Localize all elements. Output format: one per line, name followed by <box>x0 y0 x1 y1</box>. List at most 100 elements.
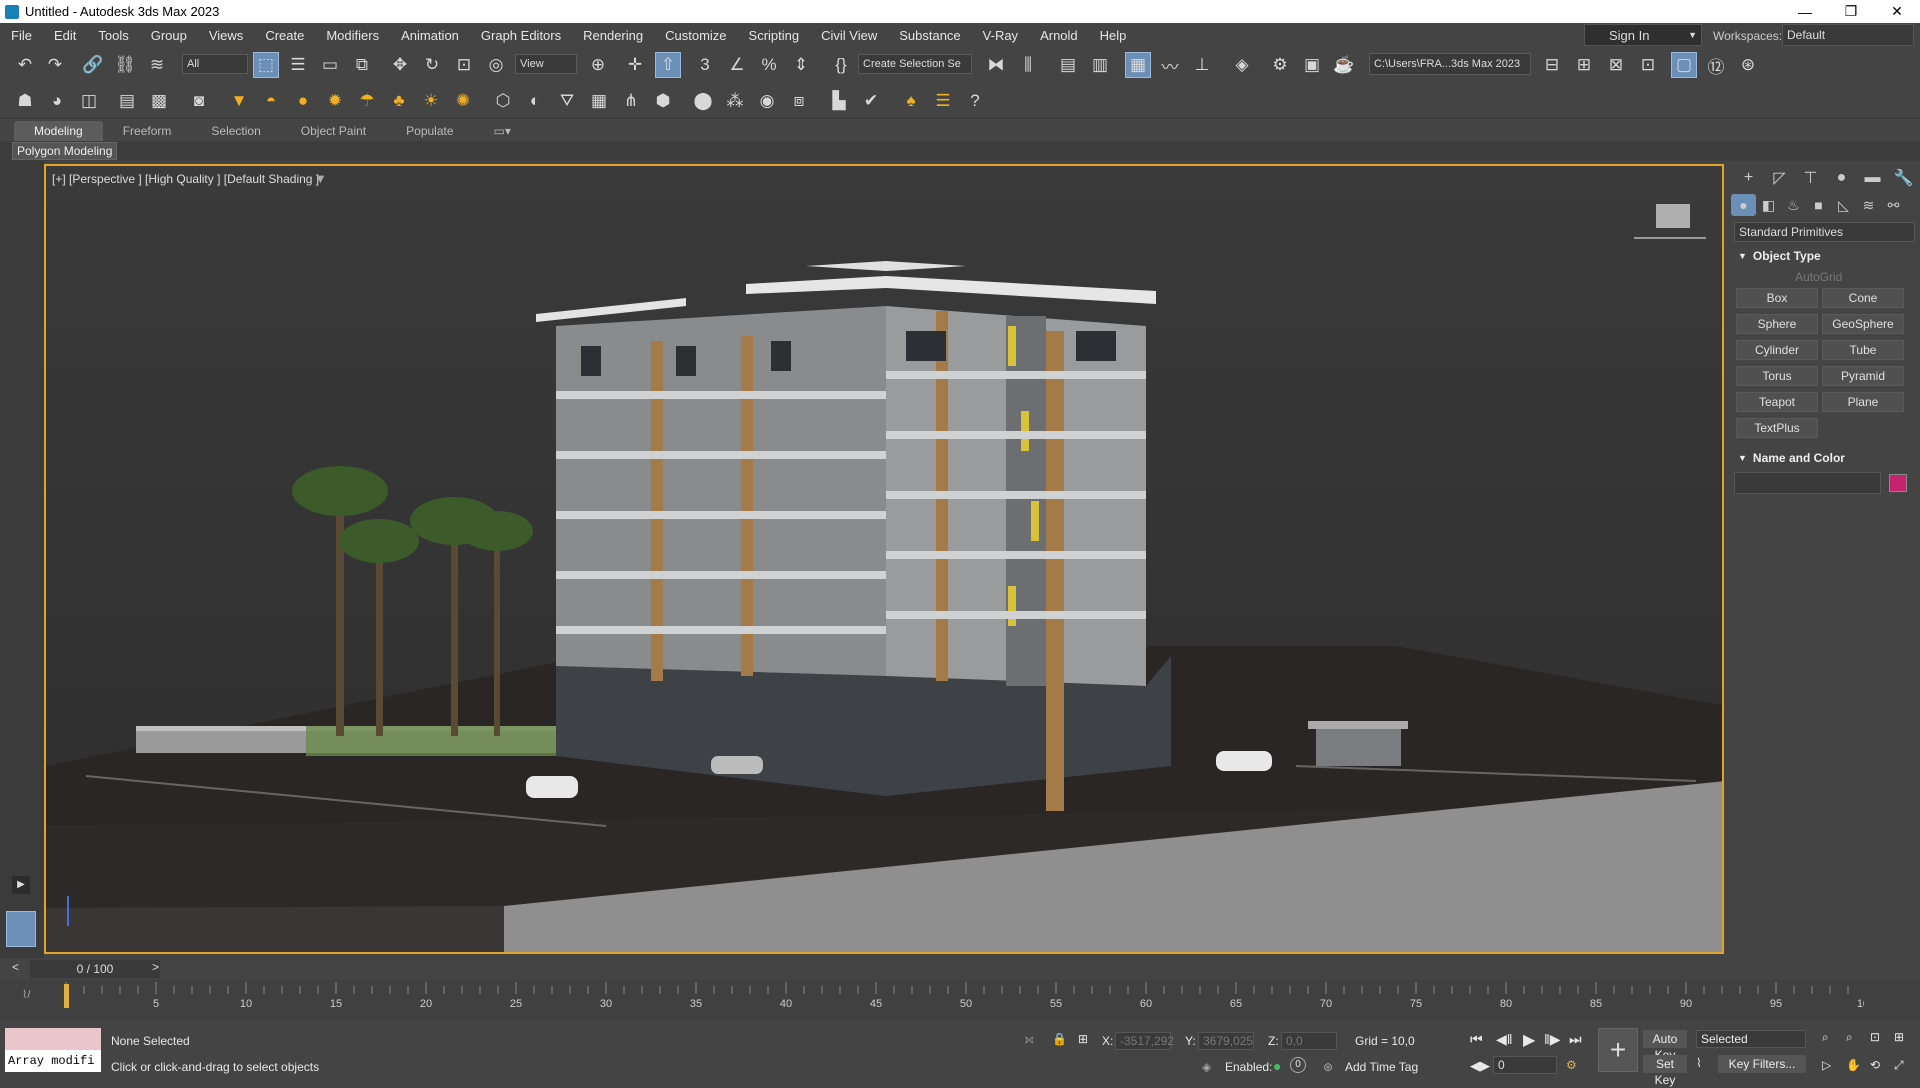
vray-decal-icon[interactable]: ◉ <box>754 88 780 114</box>
viewport-layout-icon[interactable] <box>6 911 36 947</box>
edit-named-selection-icon[interactable]: {} <box>828 52 854 78</box>
set-key-button[interactable]: Set Key <box>1643 1055 1687 1087</box>
next-frame-icon[interactable]: > <box>152 960 159 974</box>
vray-lister-icon[interactable]: ☰ <box>930 88 956 114</box>
zoom-all-icon[interactable]: ⌕ <box>1846 1030 1853 1045</box>
rotate-icon[interactable]: ↻ <box>419 52 445 78</box>
menu-vray[interactable]: V-Ray <box>972 28 1029 43</box>
cylinder-button[interactable]: Cylinder <box>1736 340 1818 360</box>
named-selection-dropdown[interactable]: Create Selection Se <box>858 54 972 74</box>
window-crossing-icon[interactable]: ⧉ <box>349 52 375 78</box>
redo-icon[interactable]: ↷ <box>42 52 68 78</box>
time-configuration-icon[interactable]: ⚙ <box>1566 1058 1577 1072</box>
object-color-swatch[interactable] <box>1889 474 1907 492</box>
tab-object-paint[interactable]: Object Paint <box>281 121 386 141</box>
menu-substance[interactable]: Substance <box>888 28 971 43</box>
ribbon-options-icon[interactable]: ▭▾ <box>474 121 531 141</box>
absolute-mode-icon[interactable]: ⊞ <box>1078 1032 1088 1046</box>
menu-animation[interactable]: Animation <box>390 28 470 43</box>
shapes-icon[interactable]: ◧ <box>1756 194 1781 216</box>
schematic-view-icon[interactable]: ⊥ <box>1189 52 1215 78</box>
time-tag-icon[interactable]: ⊛ <box>1323 1060 1333 1074</box>
geometry-icon[interactable]: ● <box>1731 194 1756 216</box>
go-to-start-icon[interactable]: ⏮ <box>1470 1031 1483 1048</box>
selection-filter-dropdown[interactable]: All <box>182 54 248 74</box>
select-manipulate-icon[interactable]: ✛ <box>622 52 648 78</box>
maximize-viewport-icon[interactable]: ⤢ <box>1894 1058 1904 1073</box>
vray-light-icon[interactable]: ▼ <box>226 88 252 114</box>
menu-edit[interactable]: Edit <box>43 28 87 43</box>
auto-key-button[interactable]: Auto Key <box>1643 1030 1687 1062</box>
pyramid-button[interactable]: Pyramid <box>1822 366 1904 386</box>
render-production-icon[interactable]: ☕ <box>1331 52 1357 78</box>
vray-ies-light-icon[interactable]: ✹ <box>322 88 348 114</box>
lock-selection-icon[interactable]: 🔒 <box>1052 1032 1067 1046</box>
menu-scripting[interactable]: Scripting <box>738 28 811 43</box>
object-type-rollout[interactable]: ▼ Object Type <box>1734 246 1915 266</box>
menu-customize[interactable]: Customize <box>654 28 737 43</box>
current-frame-field[interactable]: 0 <box>1493 1056 1557 1074</box>
tab-selection[interactable]: Selection <box>191 121 280 141</box>
object-name-input[interactable] <box>1734 472 1881 494</box>
pan-view-icon[interactable]: ✋ <box>1846 1058 1861 1072</box>
y-coordinate-field[interactable]: 3679,025 <box>1198 1032 1254 1050</box>
vray-mesh-light-icon[interactable]: ♣ <box>386 88 412 114</box>
undo-icon[interactable]: ↶ <box>12 52 38 78</box>
render-frame-icon[interactable]: ◫ <box>76 88 102 114</box>
menu-create[interactable]: Create <box>254 28 315 43</box>
key-tangent-icon[interactable]: ⌇ <box>1696 1056 1702 1070</box>
viewport-filter-icon[interactable]: ▼ <box>314 171 327 186</box>
layer-explorer-icon[interactable]: ▤ <box>1055 52 1081 78</box>
viewport-layouts-icon[interactable]: ▢ <box>1671 52 1697 78</box>
polygon-modeling-button[interactable]: Polygon Modeling <box>12 142 118 160</box>
previous-key-icon[interactable]: ◀‖ <box>1496 1031 1513 1048</box>
z-coordinate-field[interactable]: 0,0 <box>1281 1032 1337 1050</box>
vray-proxy-icon[interactable]: ⬡ <box>490 88 516 114</box>
help-icon[interactable]: ? <box>962 88 988 114</box>
restore-icon[interactable]: ❐ <box>1828 0 1874 23</box>
set-key-big-icon[interactable]: + <box>1598 1028 1638 1072</box>
play-icon[interactable]: ▶ <box>12 876 30 894</box>
vray-cosmos-icon[interactable]: ▙ <box>826 88 852 114</box>
enabled-toggle-icon[interactable]: ● <box>1273 1058 1281 1074</box>
reference-coord-dropdown[interactable]: View <box>515 54 577 74</box>
sign-in-button[interactable]: Sign In ▼ <box>1584 24 1702 46</box>
set-project-icon[interactable]: ⊟ <box>1539 52 1565 78</box>
lights-icon[interactable]: ♨ <box>1781 194 1806 216</box>
cone-button[interactable]: Cone <box>1822 288 1904 308</box>
vray-clipper-icon[interactable]: ⬢ <box>650 88 676 114</box>
vray-light-lister-icon[interactable]: ✺ <box>450 88 476 114</box>
vray-dome-light-icon[interactable]: ◓ <box>258 88 284 114</box>
pivot-center-icon[interactable]: ⊕ <box>585 52 611 78</box>
listener-mini-output[interactable] <box>5 1028 101 1050</box>
keyboard-shortcut-override-icon[interactable]: ⇧ <box>655 52 681 78</box>
select-object-icon[interactable]: ⬚ <box>253 52 279 78</box>
vray-sphere-light-icon[interactable]: ● <box>290 88 316 114</box>
field-of-view-icon[interactable]: ▷ <box>1822 1058 1831 1072</box>
unlink-icon[interactable]: ⛓ <box>112 52 138 78</box>
menu-views[interactable]: Views <box>198 28 254 43</box>
frame-counter-icon[interactable]: 0 <box>1290 1057 1306 1073</box>
systems-icon[interactable]: ⚯ <box>1881 194 1906 216</box>
render-setup-icon[interactable]: ⚙ <box>1267 52 1293 78</box>
x-coordinate-field[interactable]: -3517,292 <box>1115 1032 1174 1050</box>
minimize-icon[interactable]: — <box>1782 0 1828 23</box>
tab-freeform[interactable]: Freeform <box>103 121 192 141</box>
vray-settings-icon[interactable]: ◙ <box>186 88 212 114</box>
menu-civil-view[interactable]: Civil View <box>810 28 888 43</box>
menu-tools[interactable]: Tools <box>87 28 139 43</box>
mini-curve-editor-icon[interactable]: ⌇/ <box>22 988 30 1001</box>
menu-graph-editors[interactable]: Graph Editors <box>470 28 572 43</box>
scale-icon[interactable]: ⊡ <box>451 52 477 78</box>
open-project-icon[interactable]: ⊞ <box>1571 52 1597 78</box>
box-button[interactable]: Box <box>1736 288 1818 308</box>
vray-scatter-icon[interactable]: ⁂ <box>722 88 748 114</box>
lightmix-icon[interactable]: ♠ <box>898 88 924 114</box>
vray-fur-icon[interactable]: ⋔ <box>618 88 644 114</box>
key-mode-icon[interactable]: ◀▶ <box>1470 1058 1490 1074</box>
vray-sphere-icon[interactable]: ◐ <box>522 88 548 114</box>
arnold-icon[interactable]: ⊛ <box>1735 52 1761 78</box>
rendered-frame-window-icon[interactable]: ▣ <box>1299 52 1325 78</box>
menu-arnold[interactable]: Arnold <box>1029 28 1089 43</box>
zoom-icon[interactable]: ⌕ <box>1822 1030 1829 1045</box>
